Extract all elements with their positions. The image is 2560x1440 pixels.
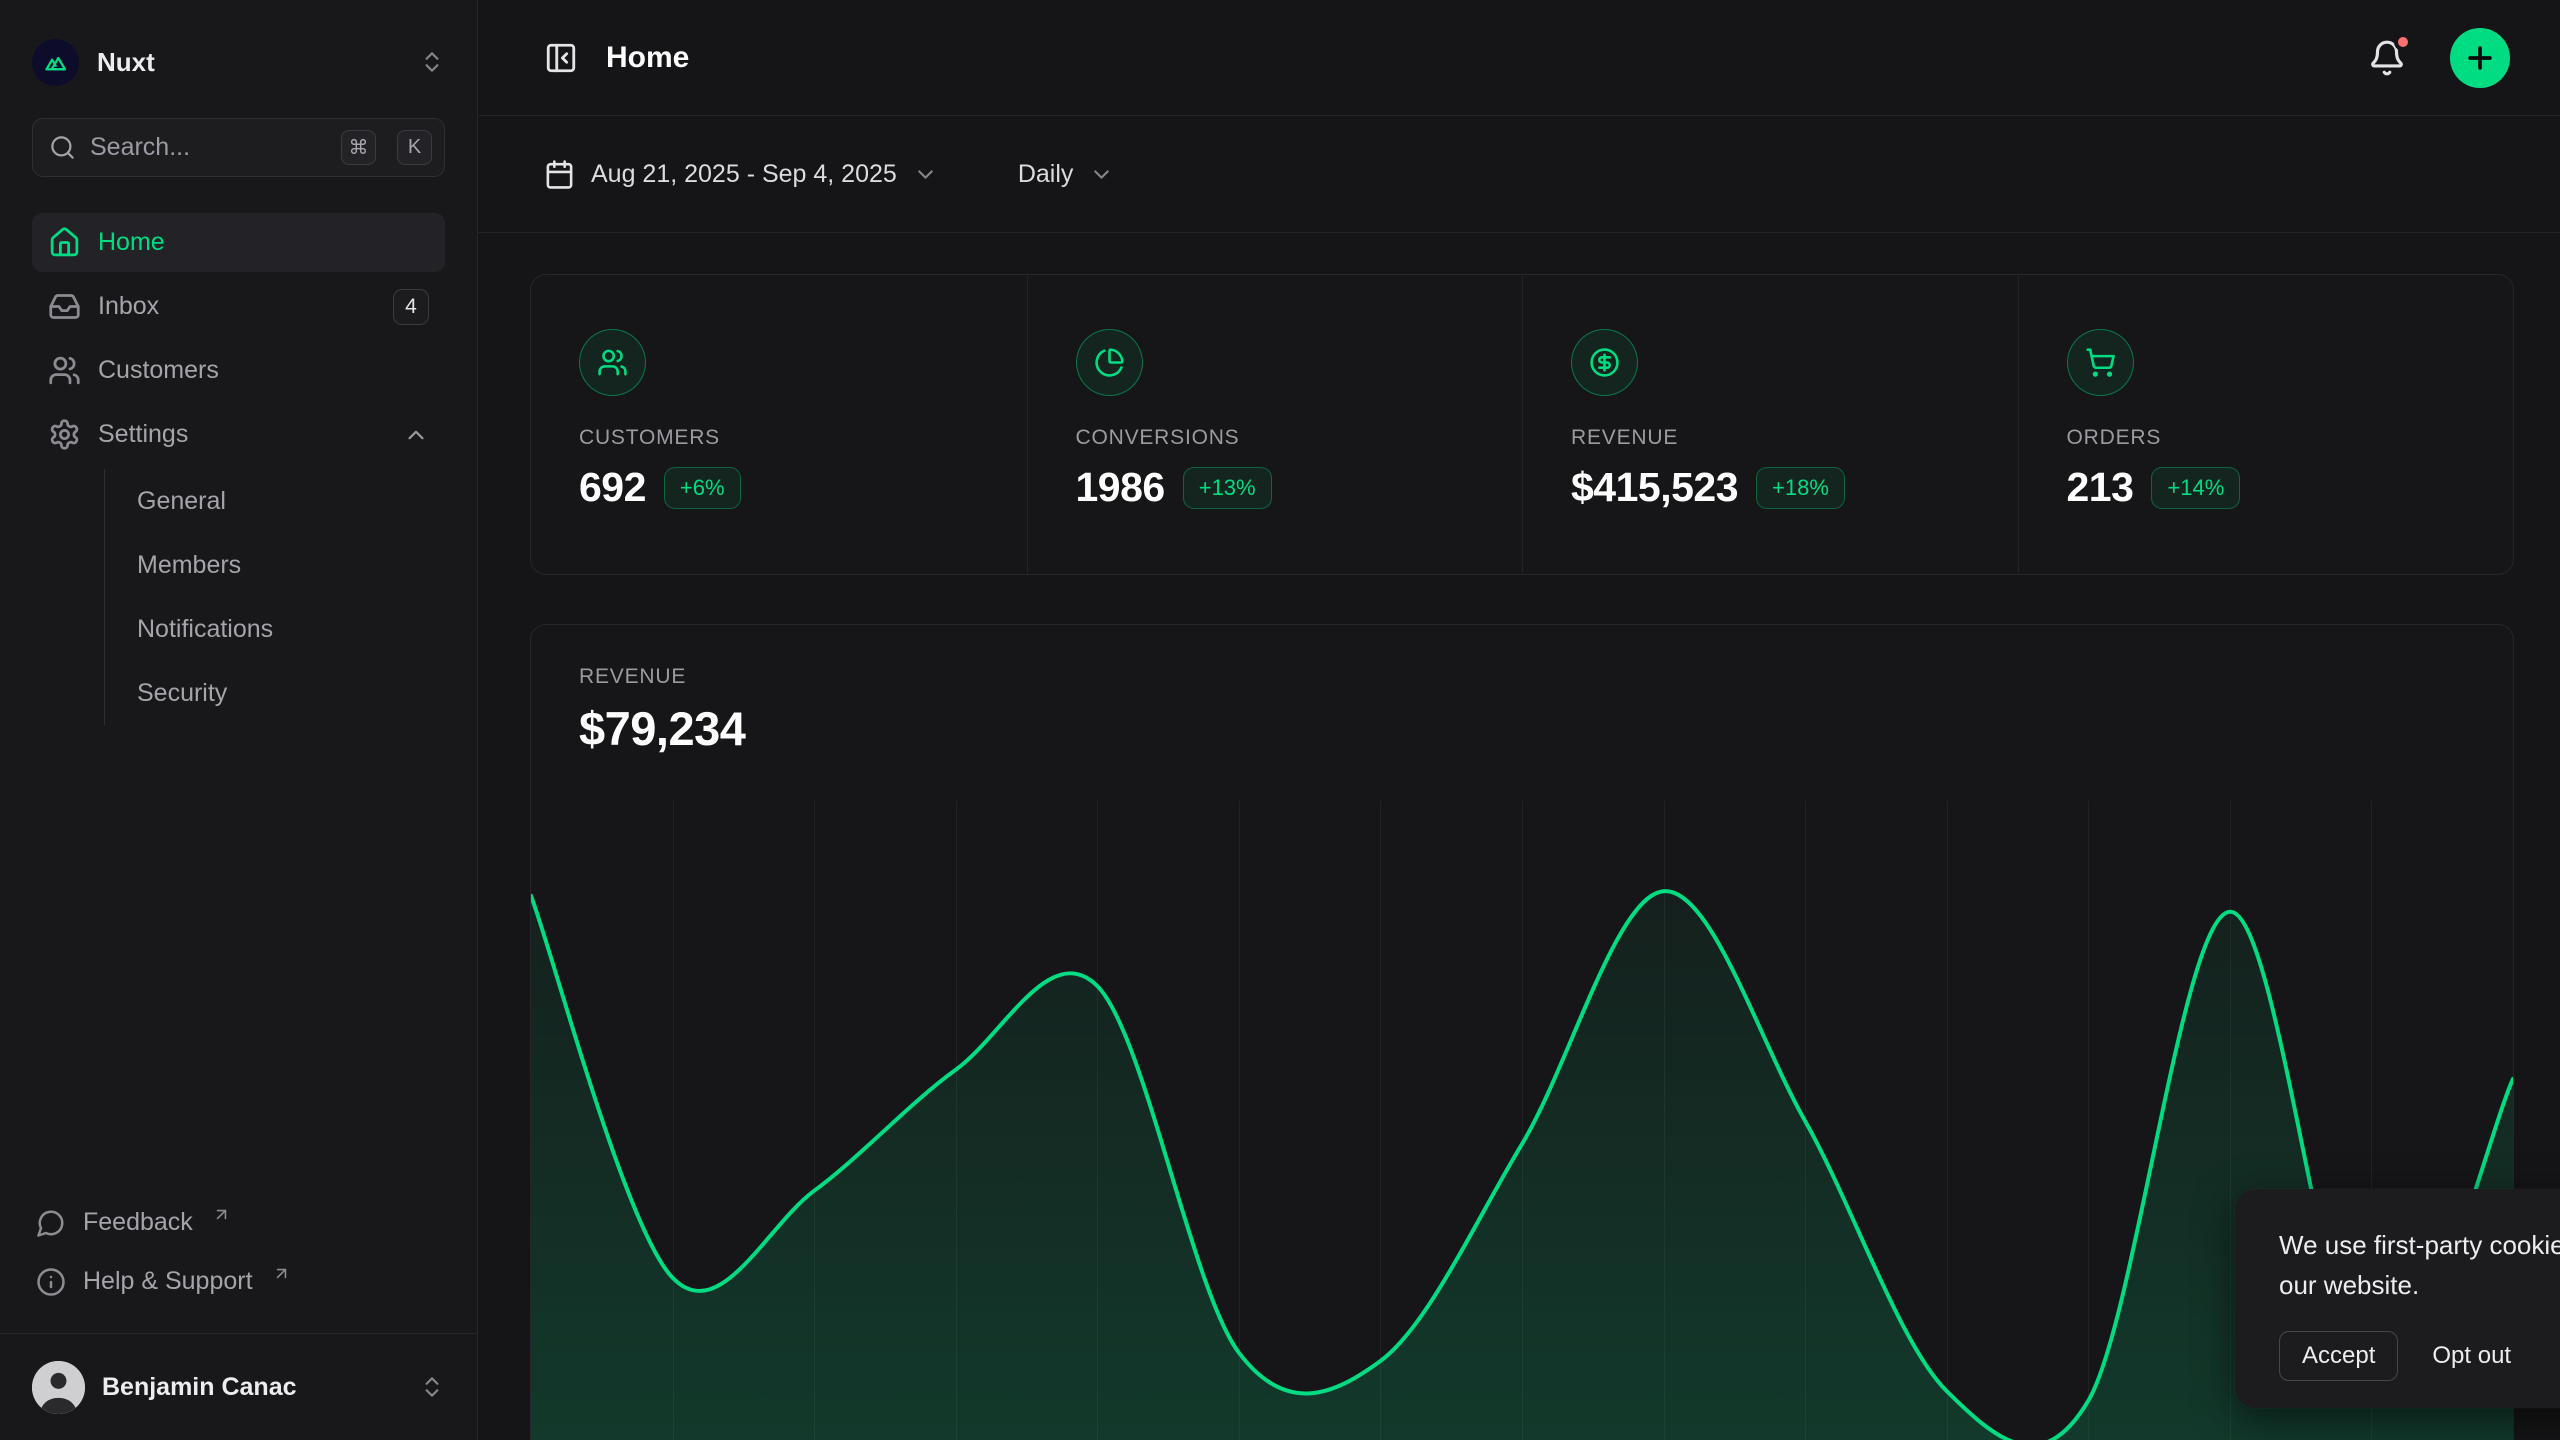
stat-value: 213 bbox=[2067, 464, 2134, 511]
workspace-switcher[interactable]: Nuxt bbox=[0, 0, 477, 96]
footer-link-label: Feedback bbox=[83, 1208, 193, 1237]
chevrons-up-down-icon bbox=[419, 49, 445, 75]
stats-card: CUSTOMERS 692 +6% CONVERSIONS 1986 +13% bbox=[530, 274, 2514, 575]
stat-label: REVENUE bbox=[1571, 426, 1978, 450]
shopping-cart-icon bbox=[2067, 329, 2134, 396]
stat-label: CUSTOMERS bbox=[579, 426, 987, 450]
revenue-area-chart[interactable] bbox=[531, 801, 2513, 1440]
notification-unread-dot bbox=[2394, 33, 2412, 51]
sidebar-item-label: Settings bbox=[98, 420, 386, 449]
add-button[interactable] bbox=[2450, 28, 2510, 88]
house-icon bbox=[48, 226, 81, 259]
cookie-banner: We use first-party cookies to enhance yo… bbox=[2235, 1189, 2560, 1408]
stat-value: 1986 bbox=[1076, 464, 1165, 511]
cookie-message: We use first-party cookies to enhance yo… bbox=[2279, 1225, 2560, 1305]
search-icon bbox=[49, 134, 76, 161]
sidebar-item-inbox[interactable]: Inbox 4 bbox=[32, 277, 445, 336]
kbd-k: K bbox=[397, 130, 432, 165]
avatar bbox=[32, 1361, 85, 1414]
settings-submenu: General Members Notifications Security bbox=[104, 469, 445, 725]
revenue-chart-card: REVENUE $79,234 bbox=[530, 624, 2514, 1440]
nuxt-logo-icon bbox=[32, 39, 79, 86]
stat-delta-badge: +14% bbox=[2151, 467, 2240, 509]
sidebar: Nuxt Search... ⌘ K Home bbox=[0, 0, 478, 1440]
gear-icon bbox=[48, 418, 81, 451]
stat-revenue[interactable]: REVENUE $415,523 +18% bbox=[1522, 275, 2018, 574]
stat-customers[interactable]: CUSTOMERS 692 +6% bbox=[531, 275, 1027, 574]
chevron-up-icon bbox=[403, 422, 429, 448]
calendar-icon bbox=[544, 159, 575, 190]
stat-value: $415,523 bbox=[1571, 464, 1738, 511]
sidebar-item-customers[interactable]: Customers bbox=[32, 341, 445, 400]
chevrons-up-down-icon bbox=[419, 1374, 445, 1400]
arrow-up-right-icon bbox=[272, 1264, 291, 1283]
page-header: Home bbox=[478, 0, 2560, 116]
info-icon bbox=[36, 1267, 66, 1297]
stat-delta-badge: +13% bbox=[1183, 467, 1272, 509]
cookie-optout-button[interactable]: Opt out bbox=[2432, 1342, 2511, 1370]
chart-area-fill bbox=[531, 891, 2513, 1440]
search-input[interactable]: Search... ⌘ K bbox=[32, 118, 445, 177]
footer-link-label: Help & Support bbox=[83, 1267, 253, 1296]
chevron-down-icon bbox=[1089, 162, 1114, 187]
cookie-accept-button[interactable]: Accept bbox=[2279, 1331, 2398, 1381]
stat-conversions[interactable]: CONVERSIONS 1986 +13% bbox=[1027, 275, 1523, 574]
date-range-picker[interactable]: Aug 21, 2025 - Sep 4, 2025 bbox=[544, 159, 938, 190]
sidebar-item-label: Customers bbox=[98, 356, 429, 385]
stat-delta-badge: +6% bbox=[664, 467, 741, 509]
arrow-up-right-icon bbox=[212, 1205, 231, 1224]
message-circle-icon bbox=[36, 1208, 66, 1238]
panel-left-close-icon[interactable] bbox=[544, 41, 578, 75]
user-name: Benjamin Canac bbox=[102, 1373, 402, 1402]
circle-dollar-icon bbox=[1571, 329, 1638, 396]
sidebar-nav: Home Inbox 4 Customers bbox=[0, 213, 477, 1193]
notifications-button[interactable] bbox=[2368, 39, 2406, 77]
stat-label: CONVERSIONS bbox=[1076, 426, 1483, 450]
stat-delta-badge: +18% bbox=[1756, 467, 1845, 509]
stat-orders[interactable]: ORDERS 213 +14% bbox=[2018, 275, 2514, 574]
revenue-line-chart bbox=[531, 801, 2513, 1440]
feedback-link[interactable]: Feedback bbox=[32, 1193, 445, 1252]
sidebar-item-home[interactable]: Home bbox=[32, 213, 445, 272]
plus-icon bbox=[2463, 41, 2497, 75]
revenue-chart-label: REVENUE bbox=[579, 665, 2465, 689]
sidebar-item-notifications[interactable]: Notifications bbox=[137, 597, 445, 661]
sidebar-item-security[interactable]: Security bbox=[137, 661, 445, 725]
kbd-cmd: ⌘ bbox=[341, 130, 376, 165]
pie-chart-icon bbox=[1076, 329, 1143, 396]
sidebar-item-settings[interactable]: Settings bbox=[32, 405, 445, 464]
user-menu-button[interactable]: Benjamin Canac bbox=[32, 1352, 445, 1422]
page-title: Home bbox=[606, 41, 2368, 75]
main-panel: Home Aug 21, 2025 - Sep 4, 2025 bbox=[478, 0, 2560, 1440]
sidebar-item-general[interactable]: General bbox=[137, 469, 445, 533]
sidebar-item-label: Inbox bbox=[98, 292, 376, 321]
search-placeholder: Search... bbox=[90, 133, 327, 162]
inbox-icon bbox=[48, 290, 81, 323]
sidebar-item-label: Home bbox=[98, 228, 429, 257]
user-section: Benjamin Canac bbox=[0, 1333, 477, 1440]
sidebar-footer: Feedback Help & Support bbox=[0, 1193, 477, 1333]
chevron-down-icon bbox=[913, 162, 938, 187]
sidebar-item-members[interactable]: Members bbox=[137, 533, 445, 597]
inbox-count-badge: 4 bbox=[393, 289, 429, 325]
users-icon bbox=[48, 354, 81, 387]
users-icon bbox=[579, 329, 646, 396]
revenue-chart-value: $79,234 bbox=[579, 701, 2465, 756]
interval-select[interactable]: Daily bbox=[1018, 160, 1115, 189]
interval-label: Daily bbox=[1018, 160, 1074, 189]
stat-value: 692 bbox=[579, 464, 646, 511]
date-range-label: Aug 21, 2025 - Sep 4, 2025 bbox=[591, 160, 897, 189]
stat-label: ORDERS bbox=[2067, 426, 2474, 450]
filters-toolbar: Aug 21, 2025 - Sep 4, 2025 Daily bbox=[478, 116, 2560, 233]
help-support-link[interactable]: Help & Support bbox=[32, 1252, 445, 1311]
workspace-name: Nuxt bbox=[97, 47, 401, 78]
